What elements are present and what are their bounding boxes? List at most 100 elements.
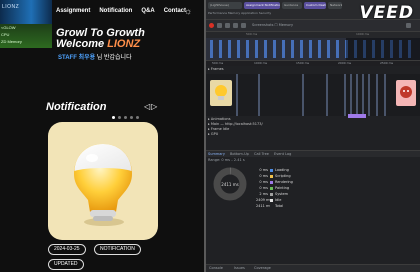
overview-frame-bar <box>228 40 231 58</box>
frame-bar <box>384 74 386 116</box>
notification-card[interactable] <box>48 122 158 240</box>
frame-thumbnail[interactable] <box>396 80 416 106</box>
summary-swatch <box>270 193 273 196</box>
nav-links: Assignment Notification Q&A Contact <box>56 8 186 14</box>
tab-summary[interactable]: Summary <box>208 152 225 156</box>
drawer-issues[interactable]: Issues <box>234 266 245 270</box>
summary-ms: 2411 ms <box>256 204 272 208</box>
hero-title-line-2: Welcome LIONZ <box>56 38 140 50</box>
summary-ms: 0 ms <box>259 174 268 178</box>
staff-name: 최우용 <box>78 55 96 61</box>
ms-mark: 500 ms <box>212 61 224 65</box>
tab-guidance[interactable]: Guidance <box>282 2 302 9</box>
frame-bar <box>368 74 370 116</box>
hero-prefix: Welcome <box>56 38 108 50</box>
drawer-status-bar: Console Issues Coverage <box>206 264 420 272</box>
panel-tabs[interactable]: Performance Memory Application Security <box>208 11 271 15</box>
overview-frame-bar <box>237 40 240 58</box>
frames-track[interactable] <box>206 74 420 116</box>
summary-name: Loading <box>275 168 289 172</box>
frame-bar <box>236 74 238 116</box>
rendering-event-bar[interactable] <box>348 114 366 118</box>
summary-name: Idle <box>275 198 282 202</box>
frames-track-label[interactable]: ▸ Frames <box>208 67 224 71</box>
details-tabs: Summary Bottom-Up Call Tree Event Log <box>206 150 420 157</box>
screenshots-toggle[interactable]: Screenshots ☐ Memory <box>252 23 293 27</box>
drawer-coverage[interactable]: Coverage <box>254 266 271 270</box>
tab-call-tree[interactable]: Call Tree <box>254 152 269 156</box>
frame-bar <box>356 74 358 116</box>
summary-swatch <box>270 205 273 208</box>
time-ruler: 500 ms 1000 ms 1500 ms 2000 ms 2500 ms <box>206 60 420 66</box>
lightbulb-icon <box>74 144 132 226</box>
tab-custom-dashboard[interactable]: Custom Dashboard <box>304 2 326 9</box>
ms-mark: 2500 ms <box>380 61 394 65</box>
download-icon[interactable] <box>241 23 246 28</box>
overview-frame-bar <box>264 40 267 58</box>
overlay-line-1: <GLOW <box>1 25 16 30</box>
tab-lighthouse[interactable]: (Lighthouse) <box>208 2 242 9</box>
summary-name: Total <box>275 204 284 208</box>
dot[interactable] <box>112 116 115 119</box>
clear-icon[interactable] <box>225 23 230 28</box>
category-tag[interactable]: NOTIFICATION <box>94 244 141 255</box>
summary-swatch <box>270 199 273 202</box>
frame-bar <box>350 74 352 116</box>
dot[interactable] <box>136 116 139 119</box>
hero-accent: LIONZ <box>107 38 141 50</box>
ms-mark: 1500 ms <box>296 61 310 65</box>
track-gpu[interactable]: ▸ GPU <box>206 132 420 137</box>
frame-thumbnail[interactable] <box>210 80 232 106</box>
frame-bar <box>302 74 304 116</box>
carousel-arrows-icon[interactable]: ◁▷ <box>144 102 158 111</box>
dot[interactable] <box>130 116 133 119</box>
summary-swatch <box>270 175 273 178</box>
summary-name: Rendering <box>275 180 293 184</box>
frame-bar <box>326 74 328 116</box>
summary-ms: 0 ms <box>259 186 268 190</box>
overview-frame-bar <box>246 40 249 58</box>
summary-swatch <box>270 187 273 190</box>
settings-gear-icon[interactable] <box>406 23 411 28</box>
record-icon[interactable] <box>209 23 214 28</box>
site-logo[interactable]: LIONZ <box>0 0 52 24</box>
upload-icon[interactable] <box>233 23 238 28</box>
frame-bar <box>362 74 364 116</box>
drawer-console[interactable]: Console <box>209 266 223 270</box>
summary-ms: 2409 ms <box>256 198 272 202</box>
tab-network[interactable]: Network <box>328 2 342 9</box>
reload-icon[interactable] <box>217 23 222 28</box>
summary-name: Scripting <box>275 174 291 178</box>
summary-swatch <box>270 169 273 172</box>
overlay-line-2: CPU <box>1 32 10 37</box>
range-label: Range: 0 ms – 2.41 s <box>208 158 245 162</box>
date-tag: 2024-03-25 <box>48 244 86 255</box>
greeting: STAFF 최우용 님 반갑습니다 <box>58 52 132 61</box>
timeline-overview[interactable] <box>206 38 420 60</box>
overview-frame-bar <box>282 40 285 58</box>
overview-frame-bar <box>309 40 312 58</box>
summary-ms: 0 ms <box>259 180 268 184</box>
staff-label: STAFF <box>58 55 77 61</box>
tab-bottom-up[interactable]: Bottom-Up <box>230 152 249 156</box>
overview-frame-bar <box>255 40 258 58</box>
donut-total: 2411 ms <box>221 182 238 187</box>
tab-assignment[interactable]: Assignment Notification <box>244 2 280 9</box>
tab-event-log[interactable]: Event Log <box>274 152 291 156</box>
site-navbar: LIONZ Assignment Notification Q&A Contac… <box>0 0 204 24</box>
dot[interactable] <box>118 116 121 119</box>
performance-toolbar: Screenshots ☐ Memory <box>206 20 420 32</box>
theme-toggle-icon[interactable]: ☼ <box>184 6 192 16</box>
nav-contact[interactable]: Contact <box>164 8 186 14</box>
nav-notification[interactable]: Notification <box>99 8 132 14</box>
carousel-dots[interactable] <box>112 116 139 119</box>
overview-frame-bar <box>291 40 294 58</box>
summary-name: Painting <box>275 186 290 190</box>
overview-frame-bar <box>318 40 321 58</box>
summary-legend: 0 ms Loading 0 ms Scripting 0 ms Rendering 0 m… <box>256 168 346 210</box>
website-pane: LIONZ Assignment Notification Q&A Contac… <box>0 0 204 272</box>
nav-qna[interactable]: Q&A <box>141 8 154 14</box>
nav-assignment[interactable]: Assignment <box>56 8 90 14</box>
greeting-text: 님 반갑습니다 <box>96 55 132 61</box>
dot[interactable] <box>124 116 127 119</box>
